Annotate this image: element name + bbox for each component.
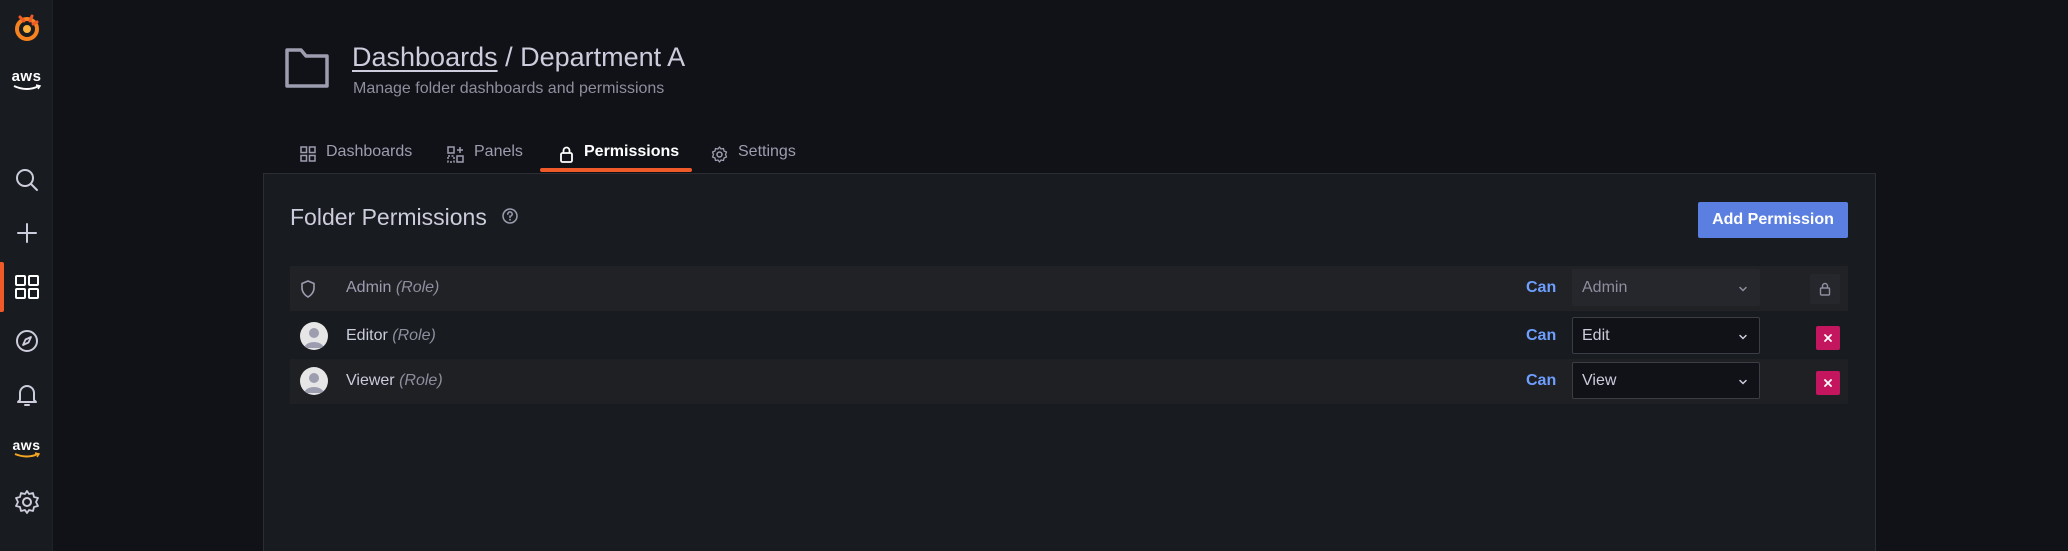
search-icon[interactable] — [0, 160, 53, 200]
explore-compass-icon[interactable] — [0, 321, 53, 361]
lock-icon — [559, 146, 574, 168]
permission-name-text: Admin — [346, 279, 392, 296]
remove-permission-button[interactable] — [1816, 371, 1840, 395]
permission-row-viewer: Viewer (Role) Can View — [290, 359, 1848, 404]
permission-select[interactable]: Edit — [1572, 317, 1760, 354]
aws-label-top: aws — [11, 68, 42, 85]
permission-name: Viewer (Role) — [346, 372, 443, 390]
panel-title: Folder Permissions — [290, 204, 487, 230]
aws-logo-top-icon[interactable]: aws — [0, 60, 53, 100]
role-suffix: (Role) — [392, 327, 436, 344]
close-icon — [1824, 334, 1832, 342]
permission-name-text: Viewer — [346, 372, 395, 389]
role-suffix: (Role) — [399, 372, 443, 389]
chevron-down-icon — [1737, 282, 1749, 300]
dashboards-nav-icon[interactable] — [0, 267, 53, 307]
question-circle-icon[interactable] — [501, 207, 519, 230]
page-title: Dashboards / Department A — [352, 42, 685, 73]
remove-permission-button[interactable] — [1816, 326, 1840, 350]
grafana-logo-icon[interactable] — [0, 8, 53, 48]
active-tab-underline — [540, 168, 692, 172]
permission-select[interactable]: View — [1572, 362, 1760, 399]
close-icon — [1824, 379, 1832, 387]
permission-select-disabled: Admin — [1572, 269, 1760, 306]
permission-name: Editor (Role) — [346, 327, 436, 345]
avatar — [300, 367, 328, 395]
avatar — [300, 322, 328, 350]
permission-name: Admin (Role) — [346, 279, 439, 297]
chevron-down-icon — [1737, 330, 1749, 348]
locked-lock-icon — [1810, 274, 1840, 304]
library-panel-icon — [447, 146, 464, 168]
breadcrumb-separator: / — [497, 42, 521, 72]
aws-logo-bottom-icon[interactable]: aws — [0, 428, 53, 468]
permission-name-text: Editor — [346, 327, 388, 344]
tab-permissions-label: Permissions — [584, 143, 680, 160]
permission-select-value: View — [1582, 371, 1617, 389]
plus-icon[interactable] — [0, 213, 53, 253]
add-permission-button[interactable]: Add Permission — [1698, 202, 1848, 238]
folder-name: Department A — [520, 42, 686, 72]
can-label: Can — [1526, 279, 1557, 296]
breadcrumb-dashboards-link[interactable]: Dashboards — [352, 42, 498, 72]
permission-row-editor: Editor (Role) Can Edit — [290, 314, 1848, 359]
chevron-down-icon — [1737, 375, 1749, 393]
tab-settings-label: Settings — [738, 143, 796, 160]
page-subtitle: Manage folder dashboards and permissions — [353, 80, 665, 97]
alerting-bell-icon[interactable] — [0, 375, 53, 415]
shield-icon — [300, 280, 316, 303]
tab-panels-label: Panels — [474, 143, 523, 160]
role-suffix: (Role) — [395, 279, 440, 296]
sidebar: aws aws — [0, 0, 53, 551]
apps-icon — [300, 146, 316, 167]
can-label: Can — [1526, 372, 1557, 389]
cog-icon — [711, 146, 728, 168]
configuration-gear-icon[interactable] — [0, 482, 53, 522]
can-label: Can — [1526, 327, 1557, 344]
permission-select-value: Edit — [1582, 326, 1610, 344]
tab-dashboards-label: Dashboards — [326, 143, 413, 160]
permission-select-value: Admin — [1582, 278, 1628, 296]
aws-label-bottom: aws — [12, 436, 41, 453]
folder-icon — [283, 44, 331, 95]
permission-row-admin: Admin (Role) Can Admin — [290, 266, 1848, 311]
